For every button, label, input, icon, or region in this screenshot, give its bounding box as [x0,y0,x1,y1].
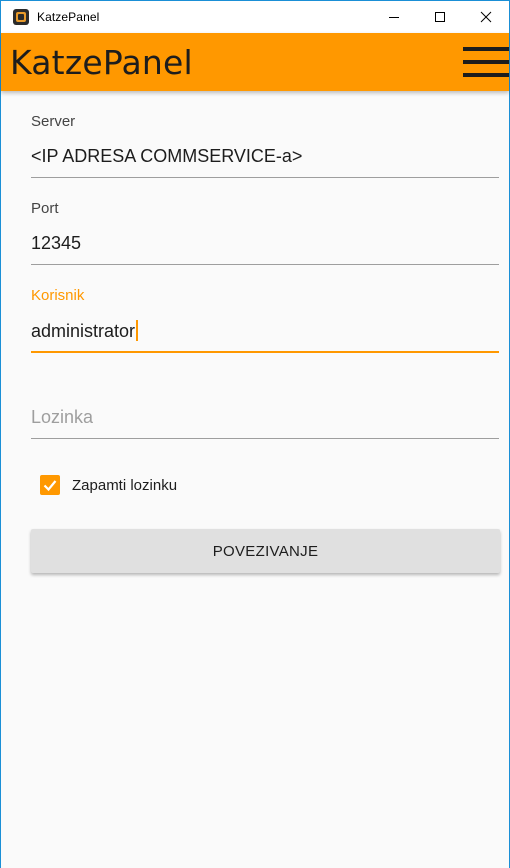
server-label: Server [31,113,76,130]
minimize-icon [389,17,399,18]
app-bar-title: KatzePanel [10,42,193,82]
user-input[interactable]: administrator [31,320,499,353]
app-bar: KatzePanel [1,33,509,91]
minimize-button[interactable] [371,1,417,33]
port-field[interactable]: Port 12345 [31,178,499,265]
port-label: Port [31,200,59,217]
hamburger-line [463,73,509,77]
app-window: KatzePanel KatzePanel Server <IP ADRESA … [0,0,510,868]
user-input-text: administrator [31,321,136,341]
remember-label: Zapamti lozinku [72,476,178,494]
window-titlebar[interactable]: KatzePanel [1,1,509,33]
hamburger-line [463,47,509,51]
user-field[interactable]: Korisnik administrator [31,265,499,353]
maximize-icon [435,12,445,22]
close-button[interactable] [463,1,509,33]
password-input[interactable]: Lozinka [31,407,499,439]
hamburger-menu-icon[interactable] [463,47,509,77]
app-icon [13,9,29,25]
login-form: Server <IP ADRESA COMMSERVICE-a> Port 12… [1,91,509,573]
user-label: Korisnik [31,287,85,304]
connect-button[interactable]: POVEZIVANJE [31,529,500,573]
server-input[interactable]: <IP ADRESA COMMSERVICE-a> [31,146,499,178]
hamburger-line [463,60,509,64]
maximize-button[interactable] [417,1,463,33]
remember-checkbox[interactable] [40,475,60,495]
window-controls [371,1,509,33]
close-icon [480,11,492,23]
window-title: KatzePanel [37,10,100,24]
text-caret [136,320,139,341]
checkmark-icon [43,480,57,492]
port-input[interactable]: 12345 [31,233,499,265]
server-field[interactable]: Server <IP ADRESA COMMSERVICE-a> [31,91,499,178]
remember-password[interactable]: Zapamti lozinku [40,475,498,495]
